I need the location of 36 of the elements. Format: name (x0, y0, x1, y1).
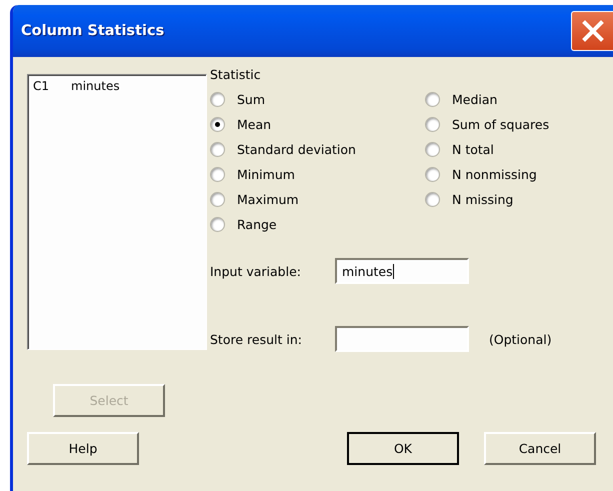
radio-label[interactable]: N total (452, 142, 494, 157)
radio-button[interactable] (425, 142, 440, 157)
input-field[interactable]: minutes (335, 258, 469, 284)
field-label: Input variable: (210, 264, 302, 278)
radio-label[interactable]: N nonmissing (452, 167, 537, 182)
radio-label[interactable]: Range (237, 217, 277, 232)
radio-button[interactable] (210, 167, 225, 182)
radio-button[interactable] (425, 192, 440, 207)
field-label: Store result in: (210, 332, 303, 346)
window-title: Column Statistics (21, 23, 164, 39)
radio-button[interactable] (425, 117, 440, 132)
dialog-button[interactable]: Cancel (484, 432, 596, 465)
dialog-button[interactable]: OK (347, 432, 459, 465)
input-field[interactable] (335, 326, 469, 352)
radio-label[interactable]: N missing (452, 192, 514, 207)
variable-item[interactable]: C1 minutes (32, 78, 202, 94)
radio-button[interactable] (210, 117, 225, 132)
radio-label[interactable]: Minimum (237, 167, 295, 182)
radio-label[interactable]: Mean (237, 117, 272, 132)
radio-button[interactable] (425, 92, 440, 107)
radio-label[interactable]: Maximum (237, 192, 299, 207)
radio-button[interactable] (210, 217, 225, 232)
close-icon (580, 18, 606, 44)
radio-button[interactable] (425, 167, 440, 182)
variable-list[interactable]: C1 minutes (27, 74, 207, 350)
radio-label[interactable]: Sum of squares (452, 117, 550, 132)
group-label: Statistic (210, 67, 262, 84)
optional-note: (Optional) (489, 332, 552, 346)
radio-button[interactable] (210, 92, 225, 107)
close-button[interactable] (571, 11, 613, 51)
radio-label[interactable]: Standard deviation (237, 142, 356, 157)
radio-button[interactable] (210, 192, 225, 207)
radio-label[interactable]: Median (452, 92, 498, 107)
radio-button[interactable] (210, 142, 225, 157)
dialog-button[interactable]: Help (27, 432, 139, 465)
radio-label[interactable]: Sum (237, 92, 266, 107)
